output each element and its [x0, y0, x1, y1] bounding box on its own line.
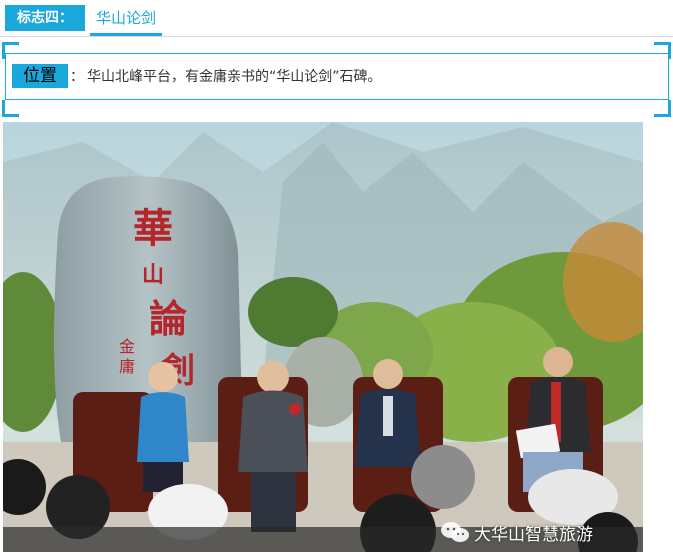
- location-text: 华山北峰平台，有金庸亲书的“华山论剑”石碑。: [87, 69, 382, 85]
- marker-tag: 标志四：: [5, 5, 85, 31]
- stone-char-3: 論: [149, 296, 187, 341]
- stone-signature-2: 庸: [119, 357, 135, 376]
- stone-char-2: 山: [142, 262, 164, 288]
- section-title: 华山论剑: [96, 9, 157, 27]
- location-colon: ：: [70, 69, 84, 85]
- location-tag: 位置: [12, 64, 68, 88]
- section-header: 标志四： 华山论剑: [0, 0, 673, 37]
- stone-char-1: 華: [133, 205, 173, 252]
- watermark-text: 大华山智慧旅游: [474, 524, 593, 545]
- watermark: 大华山智慧旅游: [440, 518, 593, 546]
- corner-decoration-bottom-right: [654, 100, 671, 117]
- stone-signature-1: 金: [119, 337, 135, 356]
- wechat-icon: [441, 522, 469, 542]
- title-underline: [90, 33, 162, 36]
- scene-photo: 華 山 論 劍 金 庸: [3, 122, 643, 552]
- corner-decoration-bottom-left: [2, 100, 19, 117]
